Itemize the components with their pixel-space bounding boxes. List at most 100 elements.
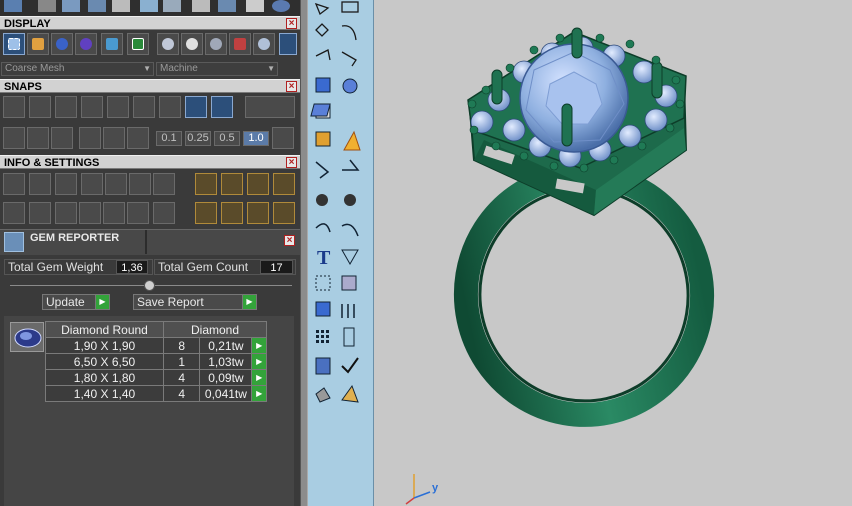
environment-icon[interactable] [101, 33, 123, 55]
plane-snap-icon[interactable] [103, 127, 125, 149]
panel-divider[interactable] [300, 0, 308, 506]
magnify-icon[interactable] [29, 173, 51, 195]
total-gem-count-label: Total Gem Count [158, 260, 249, 274]
cut-icon[interactable] [246, 0, 264, 12]
list-icon[interactable] [153, 202, 175, 224]
grid-snap-icon[interactable] [79, 127, 101, 149]
snap-value-1[interactable]: 0.25 [185, 131, 211, 146]
row-go-icon[interactable]: ▶ [251, 369, 267, 386]
surface-icon[interactable] [140, 0, 158, 12]
total-gem-weight-value: 1,36 [116, 260, 148, 274]
snap-end-icon[interactable] [3, 96, 25, 118]
chrome-sphere-icon[interactable] [181, 33, 203, 55]
pen-icon[interactable] [51, 127, 73, 149]
shape-icon[interactable] [88, 0, 106, 12]
layer-icon[interactable] [218, 0, 236, 12]
rotate-icon[interactable] [195, 202, 217, 224]
shaded-sphere-icon[interactable] [51, 33, 73, 55]
table-row: 1,90 X 1,90 8 0,21tw ▶ [45, 337, 267, 354]
snap-value-0[interactable]: 0.1 [156, 131, 182, 146]
layers-icon[interactable] [55, 173, 77, 195]
row-go-icon[interactable]: ▶ [251, 353, 267, 370]
monitor-icon[interactable] [29, 202, 51, 224]
settings-icon[interactable] [3, 173, 25, 195]
cube-info-icon[interactable] [55, 202, 77, 224]
transform-icon[interactable] [221, 173, 243, 195]
figure-icon[interactable] [27, 33, 49, 55]
update-button[interactable]: Update ▶ [42, 294, 110, 310]
material-dropdown-value: Machine [160, 63, 198, 74]
snap-grid-icon[interactable] [245, 96, 295, 118]
notes-icon[interactable] [105, 173, 127, 195]
frame-icon[interactable] [192, 0, 210, 12]
move-icon[interactable] [112, 0, 130, 12]
gem-sphere-icon[interactable] [253, 33, 275, 55]
snap-value-3[interactable]: 1.0 [243, 131, 269, 146]
gem-header-shape: Diamond Round [45, 321, 164, 338]
cube-icon[interactable] [4, 0, 22, 12]
slider-handle[interactable] [144, 280, 155, 291]
axis-y-label: y [432, 482, 439, 494]
snap-center-icon[interactable] [133, 96, 155, 118]
move-gold-icon[interactable] [221, 202, 243, 224]
material-dropdown[interactable]: Machine ▼ [156, 62, 278, 76]
close-icon[interactable]: × [286, 18, 297, 29]
spline-icon[interactable] [62, 0, 80, 12]
axis-snap-icon[interactable] [127, 127, 149, 149]
info-settings-title: INFO & SETTINGS [4, 157, 100, 169]
sphere-icon[interactable] [272, 0, 290, 12]
close-icon[interactable]: × [284, 235, 295, 246]
scale-icon[interactable] [247, 173, 269, 195]
wireframe-icon[interactable] [3, 33, 25, 55]
close-icon[interactable]: × [286, 157, 297, 168]
snap-value-2[interactable]: 0.5 [214, 131, 240, 146]
brush-icon[interactable] [195, 173, 217, 195]
mesh-dropdown[interactable]: Coarse Mesh ▼ [1, 62, 154, 76]
edit-icon[interactable] [129, 173, 151, 195]
gem-reporter-title: GEM REPORTER [30, 232, 120, 244]
snap-curve-icon[interactable] [29, 96, 51, 118]
snap-point-icon[interactable] [81, 96, 103, 118]
snap-line-icon[interactable] [185, 96, 207, 118]
3d-viewport[interactable]: y [374, 0, 852, 506]
scale-gold-icon[interactable] [247, 202, 269, 224]
close-icon[interactable]: × [286, 81, 297, 92]
select-icon[interactable] [127, 202, 149, 224]
row-go-icon[interactable]: ▶ [251, 337, 267, 354]
table-row: 1,40 X 1,40 4 0,041tw ▶ [45, 385, 267, 402]
hash-grid-icon[interactable] [272, 127, 294, 149]
display-toolbar [0, 33, 300, 57]
material-sphere-icon[interactable] [157, 33, 179, 55]
snaps-header: SNAPS × [0, 79, 300, 93]
gem-reporter-header: GEM REPORTER × [0, 229, 300, 255]
folder-icon[interactable] [81, 173, 103, 195]
metal-sphere-icon[interactable] [205, 33, 227, 55]
snap-mid-icon[interactable] [107, 96, 129, 118]
snap-segment-icon[interactable] [211, 96, 233, 118]
windows-icon[interactable] [3, 202, 25, 224]
save-report-button[interactable]: Save Report ▶ [133, 294, 257, 310]
gem-info-icon[interactable] [153, 173, 175, 195]
box-icon[interactable] [27, 127, 49, 149]
render-sphere-icon[interactable] [75, 33, 97, 55]
info-settings-header: INFO & SETTINGS × [0, 155, 300, 169]
snap-circle-icon[interactable] [159, 96, 181, 118]
table-row: 6,50 X 6,50 1 1,03tw ▶ [45, 353, 267, 370]
copy-icon[interactable] [273, 173, 295, 195]
gem-count: 8 [162, 337, 201, 354]
update-label: Update [46, 295, 85, 309]
book-icon[interactable] [79, 202, 101, 224]
snap-cross-icon[interactable] [55, 96, 77, 118]
gem-weight: 1,03tw [199, 353, 253, 370]
panel-toggle-icon[interactable] [279, 33, 297, 55]
gem-count: 4 [162, 369, 201, 386]
funnel-icon[interactable] [103, 202, 125, 224]
grid-display-icon[interactable] [127, 33, 149, 55]
grid-icon[interactable] [3, 127, 25, 149]
hand-icon[interactable] [163, 0, 181, 12]
modeling-toolbar: T [308, 0, 374, 506]
material-edit-icon[interactable] [229, 33, 251, 55]
row-go-icon[interactable]: ▶ [251, 385, 267, 402]
curve-icon[interactable] [38, 0, 56, 12]
mirror-icon[interactable] [273, 202, 295, 224]
